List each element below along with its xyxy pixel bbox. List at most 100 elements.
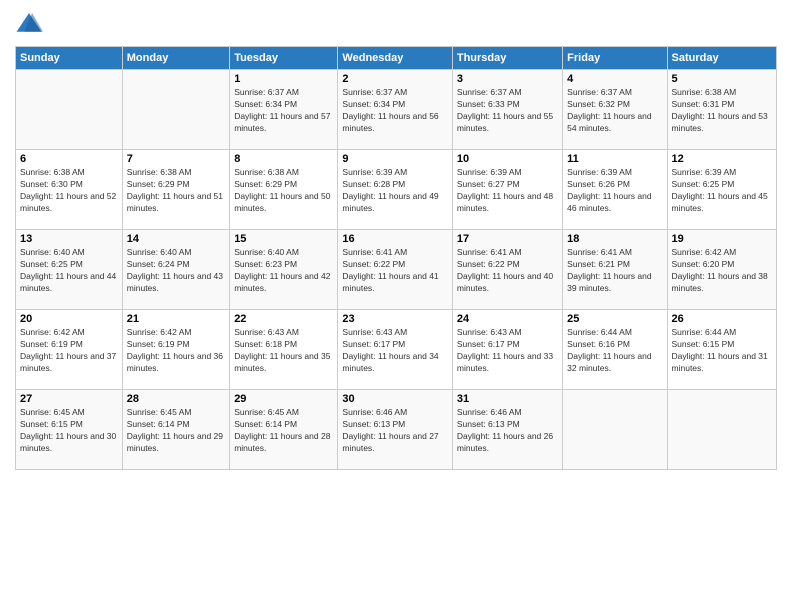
day-info: Sunrise: 6:37 AMSunset: 6:33 PMDaylight:… <box>457 87 558 135</box>
day-info: Sunrise: 6:41 AMSunset: 6:22 PMDaylight:… <box>457 247 558 295</box>
logo-icon <box>15 10 43 38</box>
calendar-header-row: SundayMondayTuesdayWednesdayThursdayFrid… <box>16 47 777 70</box>
col-header-wednesday: Wednesday <box>338 47 452 70</box>
header <box>15 10 777 38</box>
calendar-cell: 2 Sunrise: 6:37 AMSunset: 6:34 PMDaylight… <box>338 70 452 150</box>
day-info: Sunrise: 6:43 AMSunset: 6:18 PMDaylight:… <box>234 327 333 375</box>
calendar-cell: 31 Sunrise: 6:46 AMSunset: 6:13 PMDayligh… <box>452 390 562 470</box>
calendar-cell: 29Sunrise: 6:45 AMSunset: 6:14 PMDayligh… <box>230 390 338 470</box>
calendar-cell: 26 Sunrise: 6:44 AMSunset: 6:15 PMDayligh… <box>667 310 776 390</box>
calendar-cell: 18 Sunrise: 6:41 AMSunset: 6:21 PMDayligh… <box>563 230 667 310</box>
calendar-cell: 25Sunrise: 6:44 AMSunset: 6:16 PMDayligh… <box>563 310 667 390</box>
day-info: Sunrise: 6:40 AMSunset: 6:25 PMDaylight:… <box>20 247 118 295</box>
day-info: Sunrise: 6:42 AMSunset: 6:19 PMDaylight:… <box>127 327 225 375</box>
day-number: 9 <box>342 153 447 165</box>
calendar-cell: 19 Sunrise: 6:42 AMSunset: 6:20 PMDayligh… <box>667 230 776 310</box>
day-info: Sunrise: 6:37 AMSunset: 6:32 PMDaylight:… <box>567 87 662 135</box>
day-info: Sunrise: 6:42 AMSunset: 6:20 PMDaylight:… <box>672 247 772 295</box>
calendar-cell: 14 Sunrise: 6:40 AMSunset: 6:24 PMDayligh… <box>122 230 229 310</box>
calendar-cell: 1Sunrise: 6:37 AMSunset: 6:34 PMDaylight… <box>230 70 338 150</box>
calendar-cell: 27 Sunrise: 6:45 AMSunset: 6:15 PMDayligh… <box>16 390 123 470</box>
day-number: 10 <box>457 153 558 165</box>
col-header-friday: Friday <box>563 47 667 70</box>
day-number: 16 <box>342 233 447 245</box>
day-info: Sunrise: 6:44 AMSunset: 6:15 PMDaylight:… <box>672 327 772 375</box>
day-number: 13 <box>20 233 118 245</box>
col-header-tuesday: Tuesday <box>230 47 338 70</box>
week-row-4: 27 Sunrise: 6:45 AMSunset: 6:15 PMDayligh… <box>16 390 777 470</box>
day-info: Sunrise: 6:38 AMSunset: 6:31 PMDaylight:… <box>672 87 772 135</box>
col-header-monday: Monday <box>122 47 229 70</box>
day-info: Sunrise: 6:45 AMSunset: 6:14 PMDaylight:… <box>127 407 225 455</box>
day-info: Sunrise: 6:46 AMSunset: 6:13 PMDaylight:… <box>342 407 447 455</box>
day-info: Sunrise: 6:41 AMSunset: 6:21 PMDaylight:… <box>567 247 662 295</box>
day-info: Sunrise: 6:43 AMSunset: 6:17 PMDaylight:… <box>457 327 558 375</box>
day-number: 30 <box>342 393 447 405</box>
calendar-cell: 15 Sunrise: 6:40 AMSunset: 6:23 PMDayligh… <box>230 230 338 310</box>
calendar-cell: 9 Sunrise: 6:39 AMSunset: 6:28 PMDaylight… <box>338 150 452 230</box>
day-info: Sunrise: 6:45 AMSunset: 6:15 PMDaylight:… <box>20 407 118 455</box>
day-info: Sunrise: 6:39 AMSunset: 6:25 PMDaylight:… <box>672 167 772 215</box>
day-info: Sunrise: 6:42 AMSunset: 6:19 PMDaylight:… <box>20 327 118 375</box>
day-number: 11 <box>567 153 662 165</box>
calendar-cell: 16Sunrise: 6:41 AMSunset: 6:22 PMDayligh… <box>338 230 452 310</box>
day-info: Sunrise: 6:40 AMSunset: 6:23 PMDaylight:… <box>234 247 333 295</box>
calendar-cell: 4Sunrise: 6:37 AMSunset: 6:32 PMDaylight… <box>563 70 667 150</box>
day-number: 3 <box>457 73 558 85</box>
week-row-2: 13 Sunrise: 6:40 AMSunset: 6:25 PMDayligh… <box>16 230 777 310</box>
col-header-sunday: Sunday <box>16 47 123 70</box>
day-info: Sunrise: 6:40 AMSunset: 6:24 PMDaylight:… <box>127 247 225 295</box>
day-info: Sunrise: 6:39 AMSunset: 6:28 PMDaylight:… <box>342 167 447 215</box>
day-number: 24 <box>457 313 558 325</box>
day-number: 18 <box>567 233 662 245</box>
day-info: Sunrise: 6:38 AMSunset: 6:30 PMDaylight:… <box>20 167 118 215</box>
calendar-cell <box>563 390 667 470</box>
calendar-cell: 5 Sunrise: 6:38 AMSunset: 6:31 PMDaylight… <box>667 70 776 150</box>
week-row-3: 20 Sunrise: 6:42 AMSunset: 6:19 PMDayligh… <box>16 310 777 390</box>
calendar-cell: 17 Sunrise: 6:41 AMSunset: 6:22 PMDayligh… <box>452 230 562 310</box>
day-number: 7 <box>127 153 225 165</box>
day-info: Sunrise: 6:46 AMSunset: 6:13 PMDaylight:… <box>457 407 558 455</box>
calendar-cell: 13 Sunrise: 6:40 AMSunset: 6:25 PMDayligh… <box>16 230 123 310</box>
day-number: 25 <box>567 313 662 325</box>
day-info: Sunrise: 6:38 AMSunset: 6:29 PMDaylight:… <box>127 167 225 215</box>
day-number: 17 <box>457 233 558 245</box>
day-number: 19 <box>672 233 772 245</box>
day-number: 1 <box>234 73 333 85</box>
calendar-cell: 21Sunrise: 6:42 AMSunset: 6:19 PMDayligh… <box>122 310 229 390</box>
day-number: 20 <box>20 313 118 325</box>
day-number: 26 <box>672 313 772 325</box>
week-row-1: 6 Sunrise: 6:38 AMSunset: 6:30 PMDaylight… <box>16 150 777 230</box>
calendar-cell: 11Sunrise: 6:39 AMSunset: 6:26 PMDayligh… <box>563 150 667 230</box>
calendar-cell: 10 Sunrise: 6:39 AMSunset: 6:27 PMDayligh… <box>452 150 562 230</box>
calendar-cell: 8Sunrise: 6:38 AMSunset: 6:29 PMDaylight… <box>230 150 338 230</box>
calendar-cell: 28 Sunrise: 6:45 AMSunset: 6:14 PMDayligh… <box>122 390 229 470</box>
day-number: 5 <box>672 73 772 85</box>
day-info: Sunrise: 6:39 AMSunset: 6:27 PMDaylight:… <box>457 167 558 215</box>
calendar-cell: 7 Sunrise: 6:38 AMSunset: 6:29 PMDaylight… <box>122 150 229 230</box>
day-number: 14 <box>127 233 225 245</box>
calendar-cell <box>122 70 229 150</box>
day-number: 23 <box>342 313 447 325</box>
day-number: 15 <box>234 233 333 245</box>
calendar-cell: 23Sunrise: 6:43 AMSunset: 6:17 PMDayligh… <box>338 310 452 390</box>
day-number: 28 <box>127 393 225 405</box>
day-number: 31 <box>457 393 558 405</box>
page: SundayMondayTuesdayWednesdayThursdayFrid… <box>0 0 792 612</box>
day-number: 12 <box>672 153 772 165</box>
day-number: 27 <box>20 393 118 405</box>
day-number: 6 <box>20 153 118 165</box>
day-info: Sunrise: 6:37 AMSunset: 6:34 PMDaylight:… <box>342 87 447 135</box>
calendar-cell: 12 Sunrise: 6:39 AMSunset: 6:25 PMDayligh… <box>667 150 776 230</box>
calendar-cell: 3 Sunrise: 6:37 AMSunset: 6:33 PMDaylight… <box>452 70 562 150</box>
calendar-cell: 6 Sunrise: 6:38 AMSunset: 6:30 PMDaylight… <box>16 150 123 230</box>
calendar-table: SundayMondayTuesdayWednesdayThursdayFrid… <box>15 46 777 470</box>
calendar-cell: 24 Sunrise: 6:43 AMSunset: 6:17 PMDayligh… <box>452 310 562 390</box>
calendar-cell <box>667 390 776 470</box>
day-number: 2 <box>342 73 447 85</box>
day-number: 8 <box>234 153 333 165</box>
day-info: Sunrise: 6:45 AMSunset: 6:14 PMDaylight:… <box>234 407 333 455</box>
day-number: 22 <box>234 313 333 325</box>
week-row-0: 1 Sunrise: 6:37 AMSunset: 6:34 PMDaylight… <box>16 70 777 150</box>
calendar-cell: 22 Sunrise: 6:43 AMSunset: 6:18 PMDayligh… <box>230 310 338 390</box>
